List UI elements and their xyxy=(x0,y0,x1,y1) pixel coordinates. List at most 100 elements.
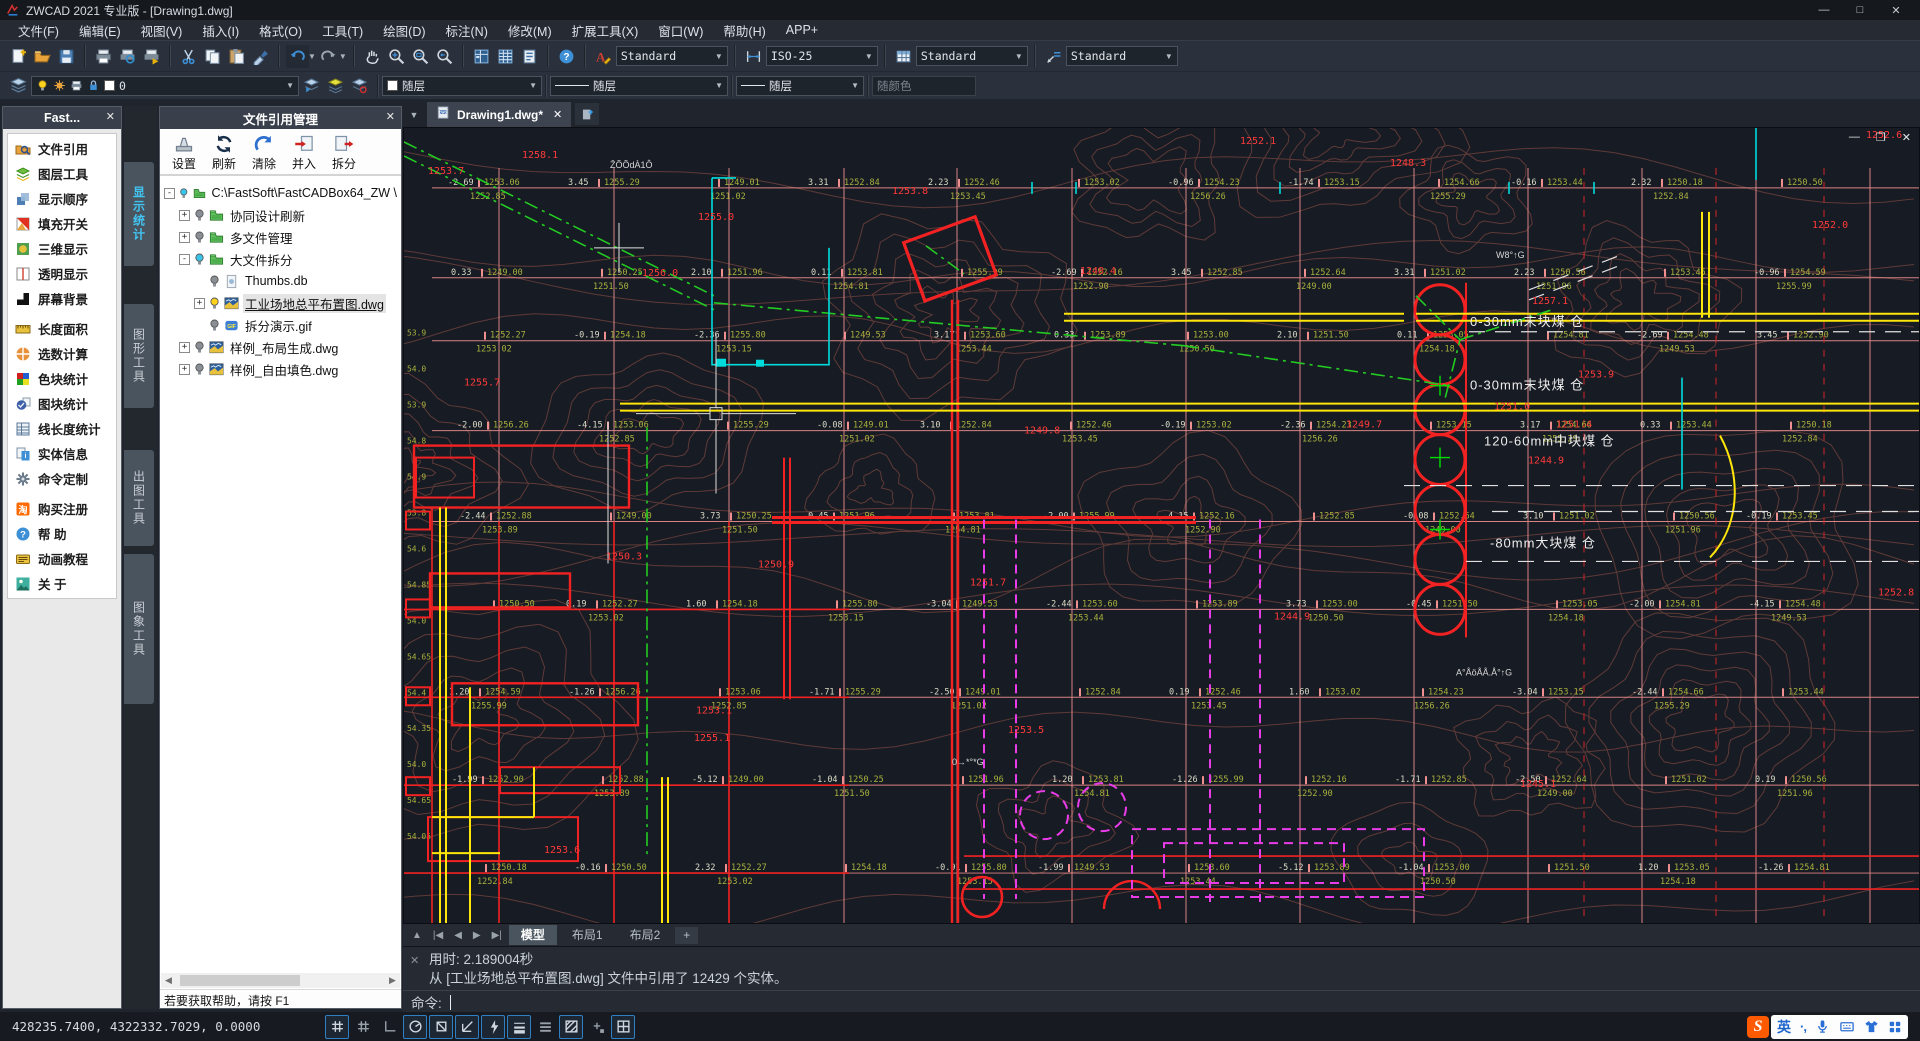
zoom-realtime-button[interactable] xyxy=(385,45,408,68)
skin-icon[interactable] xyxy=(1864,1019,1879,1034)
chevron-down-icon[interactable]: ▼ xyxy=(286,81,294,90)
tree-item[interactable]: + 样例_布局生成.dwg xyxy=(162,336,399,358)
ref-panel-close-icon[interactable]: ✕ xyxy=(386,110,395,123)
fast-item-buy-register[interactable]: 淘购买注册 xyxy=(8,496,116,521)
tree-item[interactable]: - C:\FastSoft\FastCADBox64_ZW \ xyxy=(162,182,399,204)
bulb-icon[interactable] xyxy=(194,363,205,376)
chevron-down-icon[interactable]: ▼ xyxy=(715,52,723,61)
tree-item[interactable]: + 工业场地总平布置图.dwg xyxy=(162,292,399,314)
chevron-down-icon[interactable]: ▼ xyxy=(715,81,723,90)
zoom-window-button[interactable] xyxy=(409,45,432,68)
cut-button[interactable] xyxy=(177,45,200,68)
mleader-style-combo[interactable]: Standard ▼ xyxy=(1065,46,1178,66)
text-style-combo[interactable]: Standard ▼ xyxy=(615,46,728,66)
layout-tab-布局2[interactable]: 布局2 xyxy=(618,925,673,945)
ref-panel-hscrollbar[interactable]: ◀ ▶ xyxy=(161,973,400,988)
menu-item-5[interactable]: 工具(T) xyxy=(312,21,373,40)
fast-item-block-stats[interactable]: 图块统计 xyxy=(8,391,116,416)
fast-item-count-calc[interactable]: 选数计算 xyxy=(8,341,116,366)
menu-item-7[interactable]: 标注(N) xyxy=(436,21,498,40)
fast-item-fill-toggle[interactable]: 填充开关 xyxy=(8,211,116,236)
fast-item-color-stats[interactable]: 色块统计 xyxy=(8,366,116,391)
status-toggle-block[interactable] xyxy=(585,1015,609,1039)
status-toggle-dyn[interactable] xyxy=(481,1014,505,1039)
fast-item-help-item[interactable]: ? 帮 助 xyxy=(8,521,116,546)
tree-toggle-icon[interactable]: + xyxy=(179,341,190,353)
status-toggle-polar[interactable] xyxy=(403,1014,427,1039)
fast-item-line-length[interactable]: 线长度统计 xyxy=(8,416,116,441)
fast-palette-titlebar[interactable]: Fast... ✕ xyxy=(3,107,121,129)
save-file-button[interactable] xyxy=(55,45,78,68)
child-restore-icon[interactable]: ❐ xyxy=(1876,131,1886,144)
tree-toggle-icon[interactable]: + xyxy=(194,297,205,309)
fast-item-draw-order[interactable]: 显示顺序 xyxy=(8,186,116,211)
dim-style-button[interactable] xyxy=(742,45,765,68)
command-input[interactable]: 命令: xyxy=(403,990,1920,1013)
side-tab-图象工具[interactable]: 图象工具 xyxy=(124,554,154,704)
redo-dropdown-icon[interactable]: ▼ xyxy=(339,52,347,61)
status-toggle-osnap[interactable] xyxy=(429,1014,453,1039)
fast-item-display-3d[interactable]: 三维显示 xyxy=(8,236,116,261)
bulb-icon[interactable] xyxy=(194,209,205,222)
layout-nav-4[interactable]: ▶| xyxy=(487,930,507,941)
tree-toggle-icon[interactable]: + xyxy=(179,209,190,221)
status-toggle-menu[interactable] xyxy=(533,1015,557,1039)
layout-nav-2[interactable]: ◀ xyxy=(449,930,467,941)
layer-combo[interactable]: 0 ▼ xyxy=(31,75,299,96)
ime-menu-icon[interactable] xyxy=(1888,1020,1902,1034)
undo-dropdown-icon[interactable]: ▼ xyxy=(308,52,316,61)
layout-tab-布局1[interactable]: 布局1 xyxy=(560,925,615,945)
doc-list-dropdown-icon[interactable]: ▼ xyxy=(405,103,423,127)
status-toggle-ortho[interactable] xyxy=(377,1015,401,1039)
layout-nav-3[interactable]: ▶ xyxy=(468,930,486,941)
fast-palette-close-icon[interactable]: ✕ xyxy=(106,110,115,123)
table-style-combo[interactable]: Standard ▼ xyxy=(915,46,1028,66)
side-tab-出图工具[interactable]: 出图工具 xyxy=(124,450,154,546)
status-toggle-lwt[interactable] xyxy=(507,1014,531,1039)
settings-tool-button[interactable]: 设置 xyxy=(168,134,200,172)
ref-panel-titlebar[interactable]: 文件引用管理 ✕ xyxy=(160,107,401,129)
side-tab-显示统计[interactable]: 显示统计 xyxy=(124,162,154,266)
menu-item-6[interactable]: 绘图(D) xyxy=(373,21,435,40)
bulb-icon[interactable] xyxy=(209,275,220,288)
split-tool-button[interactable]: 拆分 xyxy=(328,134,360,172)
fast-item-file-ref[interactable]: 文件引用 xyxy=(8,136,116,161)
status-toggle-vport[interactable] xyxy=(611,1014,635,1039)
tool-palettes-button[interactable] xyxy=(518,45,541,68)
menu-item-10[interactable]: 窗口(W) xyxy=(648,21,713,40)
tree-item[interactable]: -GIF拆分演示.gif xyxy=(162,314,399,336)
bulb-icon[interactable] xyxy=(194,253,205,266)
tree-toggle-icon[interactable]: - xyxy=(179,253,190,265)
fast-item-entity-info[interactable]: i 实体信息 xyxy=(8,441,116,466)
tree-item[interactable]: + 样例_自由填色.dwg xyxy=(162,358,399,380)
menu-item-11[interactable]: 帮助(H) xyxy=(713,21,775,40)
ime-mode[interactable]: 英 xyxy=(1777,1017,1791,1037)
clear-tool-button[interactable]: 清除 xyxy=(248,134,280,172)
menu-item-2[interactable]: 视图(V) xyxy=(131,21,193,40)
properties-manager-button[interactable] xyxy=(470,45,493,68)
menu-item-9[interactable]: 扩展工具(X) xyxy=(562,21,649,40)
side-tab-图形工具[interactable]: 图形工具 xyxy=(124,304,154,408)
color-combo[interactable]: 随层 ▼ xyxy=(382,75,542,96)
bulb-icon[interactable] xyxy=(194,341,205,354)
lineweight-combo[interactable]: 随层 ▼ xyxy=(736,75,864,96)
layout-tab-模型[interactable]: 模型 xyxy=(508,925,557,945)
layer-match-button[interactable] xyxy=(324,74,347,97)
fast-item-tutorial[interactable]: 动画教程 xyxy=(8,546,116,571)
menu-item-12[interactable]: APP+ xyxy=(776,23,828,37)
fast-item-about[interactable]: 关 于 xyxy=(8,571,116,596)
layer-iso-button[interactable] xyxy=(348,74,371,97)
chevron-down-icon[interactable]: ▼ xyxy=(851,81,859,90)
zoom-previous-button[interactable] xyxy=(433,45,456,68)
dim-style-combo[interactable]: ISO-25 ▼ xyxy=(765,46,878,66)
fast-item-cmd-custom[interactable]: 命令定制 xyxy=(8,466,116,491)
status-toggle-hatch[interactable] xyxy=(559,1014,583,1039)
tree-item[interactable]: + 协同设计刷新 xyxy=(162,204,399,226)
child-close-icon[interactable]: ✕ xyxy=(1902,131,1911,144)
chevron-down-icon[interactable]: ▼ xyxy=(1015,52,1023,61)
copy-button[interactable] xyxy=(201,45,224,68)
help-button[interactable]: ? xyxy=(555,45,578,68)
scroll-thumb[interactable] xyxy=(180,975,300,986)
tree-toggle-icon[interactable]: - xyxy=(164,187,175,199)
status-toggle-snap[interactable] xyxy=(351,1015,375,1039)
